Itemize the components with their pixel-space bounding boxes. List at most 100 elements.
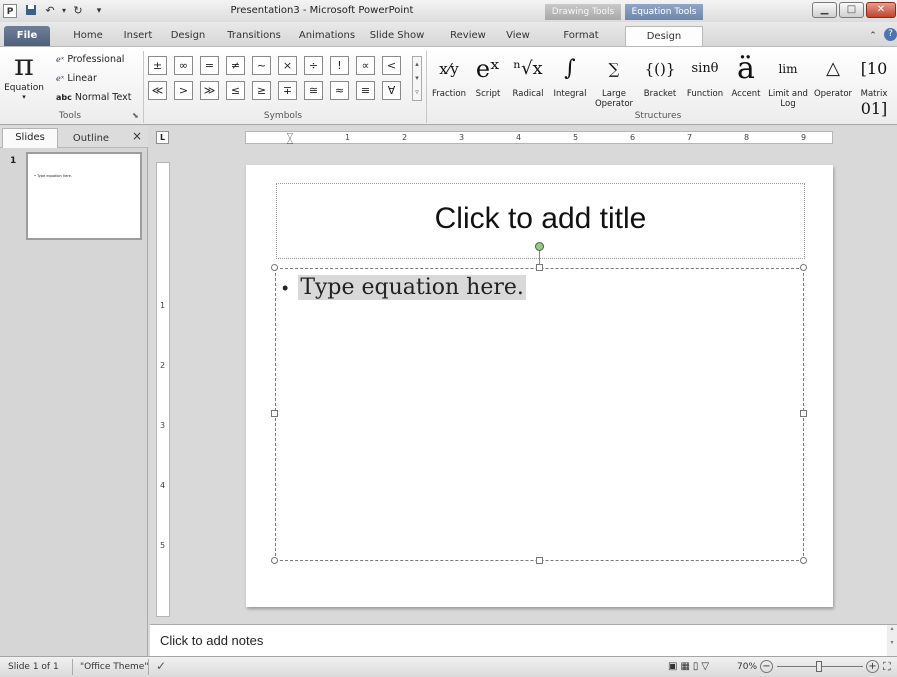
rotation-handle[interactable] bbox=[535, 242, 544, 251]
symbol-button[interactable]: ≪ bbox=[148, 81, 167, 100]
horizontal-ruler[interactable]: ▽ △ 123456789 bbox=[245, 131, 833, 145]
tab-equation-design[interactable]: Design bbox=[625, 26, 703, 46]
slide-sorter-view-icon[interactable]: ▦ bbox=[680, 661, 692, 672]
view-buttons[interactable]: ▣▦▯▽ bbox=[668, 661, 712, 672]
resize-handle-right[interactable] bbox=[800, 410, 807, 417]
tab-outline[interactable]: Outline bbox=[62, 130, 120, 148]
symbol-button[interactable]: ∝ bbox=[356, 56, 375, 75]
structure-button-matrix[interactable]: [10 01] Matrix bbox=[856, 49, 892, 118]
vertical-ruler[interactable]: 1 2 3 4 5 bbox=[156, 162, 170, 617]
tab-slide-show[interactable]: Slide Show bbox=[366, 26, 428, 46]
accent-icon: ä bbox=[737, 51, 755, 86]
content-placeholder[interactable]: • Type equation here. bbox=[275, 268, 804, 561]
equation-input[interactable]: Type equation here. bbox=[298, 275, 526, 300]
resize-handle-top[interactable] bbox=[536, 264, 543, 271]
symbol-button[interactable]: ≥ bbox=[252, 81, 271, 100]
customize-toolbar-icon[interactable]: ▾ bbox=[94, 4, 104, 18]
symbol-button[interactable]: ÷ bbox=[304, 56, 323, 75]
close-pane-button[interactable]: × bbox=[130, 129, 144, 145]
ruler-number: 4 bbox=[160, 481, 166, 490]
zoom-level[interactable]: 70% bbox=[737, 662, 757, 672]
structure-button-integral[interactable]: ∫ Integral bbox=[550, 49, 590, 111]
resize-handle-bottom-right[interactable] bbox=[800, 557, 807, 564]
slideshow-view-icon[interactable]: ▽ bbox=[701, 661, 712, 672]
zoom-in-button[interactable]: + bbox=[866, 660, 879, 673]
tab-insert[interactable]: Insert bbox=[118, 26, 158, 46]
structure-button-operator[interactable]: △ Operator bbox=[812, 49, 854, 111]
linear-button[interactable]: ℯˣ Linear bbox=[56, 72, 136, 86]
notes-pane[interactable]: Click to add notes ▴ ▾ bbox=[150, 624, 897, 656]
normal-view-icon[interactable]: ▣ bbox=[668, 661, 680, 672]
symbol-button[interactable]: ≅ bbox=[304, 81, 323, 100]
tab-design[interactable]: Design bbox=[166, 26, 210, 46]
symbol-button[interactable]: ± bbox=[148, 56, 167, 75]
symbol-button[interactable]: ≠ bbox=[226, 56, 245, 75]
tab-transitions[interactable]: Transitions bbox=[222, 26, 286, 46]
fit-to-window-icon[interactable]: ⛶ bbox=[883, 660, 891, 674]
tab-review[interactable]: Review bbox=[446, 26, 490, 46]
symbol-button[interactable]: ∞ bbox=[174, 56, 193, 75]
resize-handle-top-left[interactable] bbox=[271, 264, 278, 271]
undo-icon[interactable]: ↶ bbox=[44, 4, 56, 18]
resize-handle-bottom[interactable] bbox=[536, 557, 543, 564]
hanging-indent-marker[interactable]: △ bbox=[284, 137, 296, 145]
zoom-out-button[interactable]: − bbox=[760, 660, 773, 673]
tab-selector-button[interactable]: L bbox=[156, 131, 169, 144]
symbol-button[interactable]: ! bbox=[330, 56, 349, 75]
tab-view[interactable]: View bbox=[500, 26, 536, 46]
structure-button-accent[interactable]: ä Accent bbox=[728, 49, 764, 111]
tab-animations[interactable]: Animations bbox=[296, 26, 358, 46]
tab-slides[interactable]: Slides bbox=[2, 128, 58, 148]
close-button[interactable]: ✕ bbox=[866, 2, 896, 18]
symbol-button[interactable]: ~ bbox=[252, 56, 271, 75]
undo-dropdown-icon[interactable]: ▾ bbox=[60, 4, 68, 18]
zoom-slider-thumb[interactable] bbox=[816, 661, 822, 672]
minimize-button[interactable]: ▁ bbox=[812, 2, 837, 18]
structure-button-script[interactable]: eˣ Script bbox=[470, 49, 506, 111]
drawing-tools-context-label: Drawing Tools bbox=[545, 4, 621, 20]
slide-thumbnail[interactable]: • Type equation here. bbox=[26, 152, 142, 240]
ribbon: π Equation ▾ ℯˣ Professional ℯˣ Linear a… bbox=[0, 46, 897, 125]
symbol-button[interactable]: × bbox=[278, 56, 297, 75]
fraction-icon: x⁄y bbox=[439, 60, 459, 78]
structure-button-fraction[interactable]: x⁄y Fraction bbox=[430, 49, 468, 111]
equation-button[interactable]: π Equation ▾ bbox=[2, 49, 46, 109]
structure-button-large-operator[interactable]: ∑ Large Operator bbox=[592, 49, 636, 111]
equation-label: Equation bbox=[4, 83, 44, 93]
structure-button-radical[interactable]: ⁿ√x Radical bbox=[508, 49, 548, 111]
symbol-button[interactable]: > bbox=[174, 81, 193, 100]
save-icon[interactable] bbox=[24, 4, 38, 18]
minimize-ribbon-icon[interactable]: ⌃ bbox=[866, 26, 880, 46]
spelling-check-icon[interactable]: ✓ bbox=[156, 659, 166, 673]
symbol-button[interactable]: = bbox=[200, 56, 219, 75]
resize-handle-top-right[interactable] bbox=[800, 264, 807, 271]
symbols-gallery-scroll[interactable]: ▴ ▾ ▿ bbox=[412, 56, 422, 101]
tab-home[interactable]: Home bbox=[64, 26, 112, 46]
notes-scrollbar[interactable]: ▴ ▾ bbox=[887, 625, 897, 656]
structure-button-function[interactable]: sinθ Function bbox=[684, 49, 726, 111]
resize-handle-bottom-left[interactable] bbox=[271, 557, 278, 564]
help-icon[interactable]: ? bbox=[884, 28, 897, 41]
symbol-button[interactable]: < bbox=[382, 56, 401, 75]
normal-text-button[interactable]: abc Normal Text bbox=[56, 91, 140, 105]
tools-dialog-launcher-icon[interactable]: ⬊ bbox=[132, 111, 139, 120]
tab-format[interactable]: Format bbox=[556, 26, 606, 46]
redo-icon[interactable]: ↻ bbox=[72, 4, 84, 18]
symbol-button[interactable]: ≫ bbox=[200, 81, 219, 100]
tab-file[interactable]: File bbox=[4, 26, 50, 46]
structure-button-limit-and-log[interactable]: lim Limit and Log bbox=[766, 49, 810, 111]
symbol-button[interactable]: ≤ bbox=[226, 81, 245, 100]
theme-name-status[interactable]: "Office Theme" bbox=[80, 662, 148, 672]
symbol-button[interactable]: ≈ bbox=[330, 81, 349, 100]
group-separator bbox=[143, 51, 144, 123]
symbol-button[interactable]: ≡ bbox=[356, 81, 375, 100]
tools-group-label: Tools bbox=[58, 111, 82, 121]
professional-button[interactable]: ℯˣ Professional bbox=[56, 53, 136, 67]
resize-handle-left[interactable] bbox=[271, 410, 278, 417]
structure-button-bracket[interactable]: {()} Bracket bbox=[638, 49, 682, 111]
structure-label: Large Operator bbox=[594, 89, 634, 109]
maximize-button[interactable]: □ bbox=[839, 2, 864, 18]
powerpoint-app-icon[interactable]: P bbox=[3, 4, 17, 18]
symbol-button[interactable]: ∓ bbox=[278, 81, 297, 100]
symbol-button[interactable]: ∀ bbox=[382, 81, 401, 100]
